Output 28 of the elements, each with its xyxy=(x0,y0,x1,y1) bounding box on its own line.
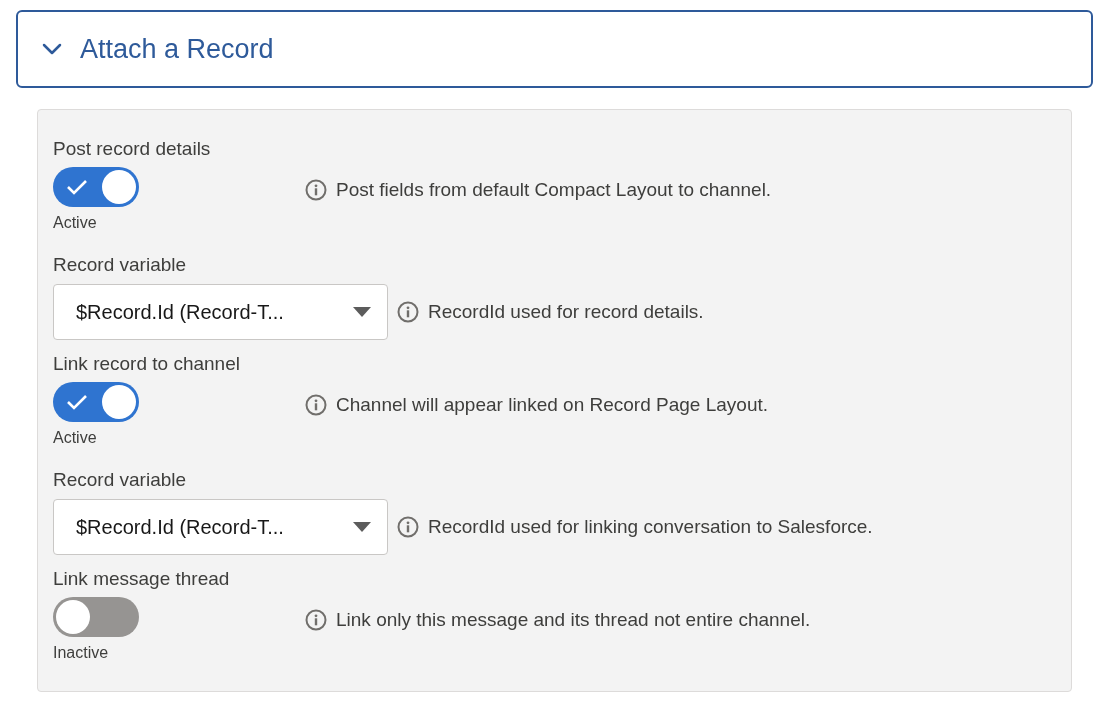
section-header[interactable]: Attach a Record xyxy=(16,10,1093,88)
dropdown-caret-icon xyxy=(353,521,371,533)
info-icon xyxy=(397,516,419,538)
field-label: Link message thread xyxy=(53,567,230,591)
field-label: Record variable xyxy=(53,468,187,492)
toggle-switch[interactable] xyxy=(53,167,139,207)
help-text: Channel will appear linked on Record Page Layout. xyxy=(336,393,768,417)
check-icon xyxy=(66,178,88,196)
help-text: Link only this message and its thread not entire channel. xyxy=(336,608,811,632)
check-icon xyxy=(66,393,88,411)
field-label: Record variable xyxy=(53,253,187,277)
info-icon xyxy=(305,179,327,202)
field-label: Post record details xyxy=(53,137,211,161)
field-label: Link record to channel xyxy=(53,352,240,376)
toggle-switch[interactable] xyxy=(53,597,139,637)
toggle-status: Active xyxy=(53,428,97,448)
toggle-status: Active xyxy=(53,213,97,233)
record-variable-select[interactable]: $Record.Id (Record-T... xyxy=(53,499,388,555)
help-text: RecordId used for record details. xyxy=(428,299,704,324)
info-icon xyxy=(305,609,327,632)
record-variable-select[interactable]: $Record.Id (Record-T... xyxy=(53,284,388,340)
info-icon xyxy=(305,394,327,417)
help-text: Post fields from default Compact Layout to channel. xyxy=(336,178,772,202)
dropdown-caret-icon xyxy=(353,306,371,318)
toggle-switch[interactable] xyxy=(53,382,139,422)
info-icon xyxy=(397,301,419,323)
help-text: RecordId used for linking conversation to Salesforce. xyxy=(428,514,873,539)
toggle-status: Inactive xyxy=(53,643,109,663)
